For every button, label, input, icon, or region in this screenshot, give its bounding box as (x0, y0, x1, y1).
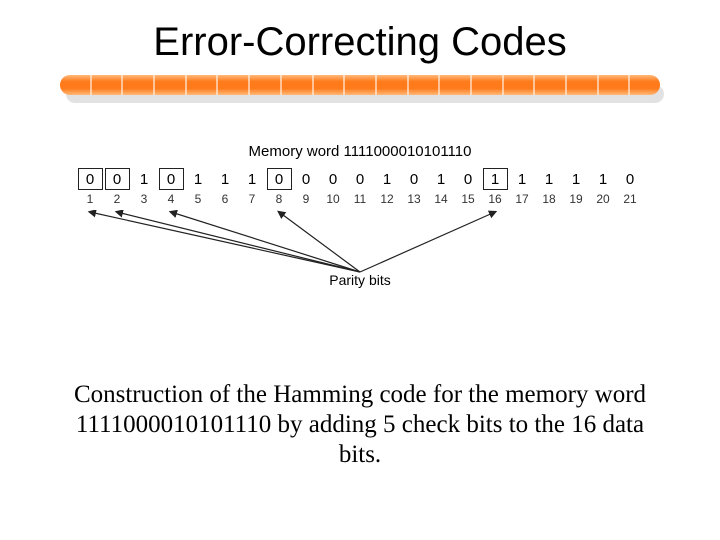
bit-value: 1 (240, 168, 265, 190)
data-bit: 118 (536, 168, 563, 206)
bit-value: 0 (402, 168, 427, 190)
parity-bit: 04 (158, 168, 185, 206)
parity-bit: 01 (77, 168, 104, 206)
bit-index: 3 (131, 192, 158, 206)
bit-index: 18 (536, 192, 563, 206)
bit-index: 8 (266, 192, 293, 206)
data-bit: 09 (293, 168, 320, 206)
bit-index: 9 (293, 192, 320, 206)
bit-value: 0 (105, 168, 130, 190)
bit-value: 1 (132, 168, 157, 190)
bit-index: 15 (455, 192, 482, 206)
bit-value: 1 (186, 168, 211, 190)
data-bit: 112 (374, 168, 401, 206)
bit-value: 0 (294, 168, 319, 190)
bit-value: 1 (213, 168, 238, 190)
title-rule (60, 75, 660, 103)
parity-bit: 116 (482, 168, 509, 206)
bit-index: 21 (617, 192, 644, 206)
slide: Error-Correcting Codes Memory word 11110… (0, 0, 720, 540)
data-bit: 15 (185, 168, 212, 206)
data-bit: 119 (563, 168, 590, 206)
parity-bit: 08 (266, 168, 293, 206)
bit-value: 1 (429, 168, 454, 190)
data-bit: 117 (509, 168, 536, 206)
data-bit: 114 (428, 168, 455, 206)
bit-index: 19 (563, 192, 590, 206)
bit-index: 12 (374, 192, 401, 206)
bit-value: 1 (375, 168, 400, 190)
parity-arrows: Parity bits (65, 210, 655, 290)
slide-title: Error-Correcting Codes (60, 20, 660, 65)
bit-index: 1 (77, 192, 104, 206)
data-bit: 021 (617, 168, 644, 206)
bit-row: 0102130415161708090100111120131140151161… (65, 168, 655, 206)
bit-index: 13 (401, 192, 428, 206)
figure-caption: Construction of the Hamming code for the… (60, 380, 660, 470)
parity-bit: 02 (104, 168, 131, 206)
bit-value: 0 (267, 168, 292, 190)
bit-value: 1 (591, 168, 616, 190)
bit-value: 1 (537, 168, 562, 190)
bit-index: 5 (185, 192, 212, 206)
hamming-figure: Memory word 1111000010101110 01021304151… (65, 143, 655, 290)
bit-index: 7 (239, 192, 266, 206)
bit-value: 0 (78, 168, 103, 190)
bit-index: 17 (509, 192, 536, 206)
data-bit: 013 (401, 168, 428, 206)
bit-value: 0 (348, 168, 373, 190)
data-bit: 16 (212, 168, 239, 206)
rule-bar (60, 75, 660, 95)
memory-word-label: Memory word 1111000010101110 (65, 143, 655, 160)
data-bit: 13 (131, 168, 158, 206)
bit-index: 16 (482, 192, 509, 206)
bit-index: 10 (320, 192, 347, 206)
bit-value: 1 (483, 168, 508, 190)
parity-bits-label: Parity bits (65, 272, 655, 288)
data-bit: 010 (320, 168, 347, 206)
bit-index: 14 (428, 192, 455, 206)
data-bit: 015 (455, 168, 482, 206)
bit-value: 0 (456, 168, 481, 190)
data-bit: 17 (239, 168, 266, 206)
bit-index: 20 (590, 192, 617, 206)
bit-index: 11 (347, 192, 374, 206)
bit-value: 1 (510, 168, 535, 190)
bit-value: 1 (564, 168, 589, 190)
data-bit: 011 (347, 168, 374, 206)
bit-value: 0 (618, 168, 643, 190)
bit-index: 6 (212, 192, 239, 206)
bit-index: 4 (158, 192, 185, 206)
data-bit: 120 (590, 168, 617, 206)
bit-index: 2 (104, 192, 131, 206)
bit-value: 0 (159, 168, 184, 190)
bit-value: 0 (321, 168, 346, 190)
